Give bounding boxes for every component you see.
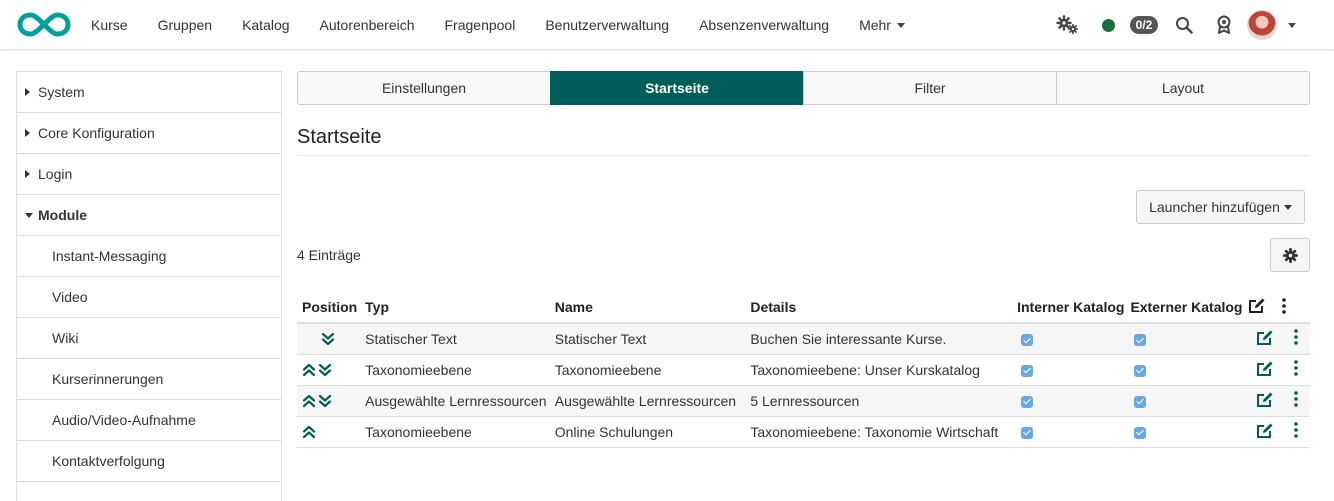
sidebar-item-kurserinnerungen[interactable]: Kurserinnerungen <box>17 359 281 400</box>
online-status-icon[interactable] <box>1100 0 1116 50</box>
sidebar-item-module[interactable]: Module <box>17 195 281 236</box>
admin-gears-icon[interactable] <box>1053 0 1083 50</box>
cell-name: Ausgewählte Lernressourcen <box>554 385 751 417</box>
table-row: Ausgewählte Lernressourcen Ausgewählte L… <box>297 385 1310 417</box>
sidebar-item-kontaktverfolgung[interactable]: Kontaktverfolgung <box>17 441 281 482</box>
cell-typ: Ausgewählte Lernressourcen <box>359 385 555 417</box>
nav-fragenpool[interactable]: Fragenpool <box>430 0 531 50</box>
checkbox-checked-icon[interactable] <box>1021 426 1034 439</box>
more-options-icon[interactable] <box>1281 292 1310 324</box>
logo-icon[interactable] <box>17 11 71 38</box>
nav-gruppen[interactable]: Gruppen <box>143 0 227 50</box>
sidebar-item-core-konfiguration[interactable]: Core Konfiguration <box>17 113 281 154</box>
column-header-externer-katalog[interactable]: Externer Katalog <box>1130 292 1248 324</box>
cell-details: Taxonomieebene: Unser Kurskatalog <box>750 354 1018 386</box>
chat-count-badge[interactable]: 0/2 <box>1127 0 1161 50</box>
page-title: Startseite <box>297 126 1310 156</box>
caret-right-icon <box>25 170 30 178</box>
column-header-typ[interactable]: Typ <box>359 292 555 324</box>
admin-sidebar: System Core Konfiguration Login Module I… <box>16 71 282 501</box>
add-launcher-button[interactable]: Launcher hinzufügen <box>1136 190 1305 224</box>
checkbox-checked-icon[interactable] <box>1134 364 1147 377</box>
tab-layout[interactable]: Layout <box>1056 71 1310 105</box>
more-options-icon[interactable] <box>1294 422 1298 438</box>
tab-einstellungen[interactable]: Einstellungen <box>297 71 551 105</box>
user-avatar[interactable] <box>1246 0 1278 50</box>
move-down-icon[interactable] <box>318 363 332 377</box>
move-up-icon[interactable] <box>302 363 316 377</box>
chevron-down-icon <box>896 23 905 28</box>
cell-typ: Statischer Text <box>359 323 555 355</box>
award-icon[interactable] <box>1212 0 1236 50</box>
cell-details: Taxonomieebene: Taxonomie Wirtschaft <box>750 416 1018 448</box>
table-settings-button[interactable] <box>1270 238 1310 272</box>
chevron-down-icon[interactable] <box>1285 0 1299 50</box>
cell-typ: Taxonomieebene <box>359 416 555 448</box>
cell-details: Buchen Sie interessante Kurse. <box>750 323 1018 355</box>
checkbox-checked-icon[interactable] <box>1021 364 1034 377</box>
nav-katalog[interactable]: Katalog <box>227 0 304 50</box>
more-options-icon[interactable] <box>1294 391 1298 407</box>
sidebar-item-login[interactable]: Login <box>17 154 281 195</box>
table-row: Statischer Text Statischer Text Buchen S… <box>297 323 1310 355</box>
settings-tabs: Einstellungen Startseite Filter Layout <box>297 71 1310 105</box>
checkbox-checked-icon[interactable] <box>1021 395 1034 408</box>
move-up-icon[interactable] <box>302 394 316 408</box>
nav-mehr-dropdown[interactable]: Mehr <box>844 0 920 50</box>
chevron-down-icon <box>1283 204 1292 210</box>
cell-name: Statischer Text <box>554 323 751 355</box>
nav-autorenbereich[interactable]: Autorenbereich <box>305 0 430 50</box>
nav-kurse[interactable]: Kurse <box>76 0 143 50</box>
launcher-table: Position Typ Name Details Interner Katal… <box>297 292 1310 448</box>
entries-count: 4 Einträge <box>297 247 361 263</box>
table-row: Taxonomieebene Taxonomieebene Taxonomiee… <box>297 354 1310 386</box>
more-options-icon[interactable] <box>1294 329 1298 346</box>
sidebar-item-video[interactable]: Video <box>17 277 281 318</box>
more-options-icon[interactable] <box>1294 360 1298 376</box>
cell-name: Online Schulungen <box>554 416 751 448</box>
tab-filter[interactable]: Filter <box>803 71 1057 105</box>
caret-down-icon <box>25 212 33 218</box>
cell-typ: Taxonomieebene <box>359 354 555 386</box>
checkbox-checked-icon[interactable] <box>1021 334 1034 347</box>
move-down-icon[interactable] <box>321 332 335 346</box>
sidebar-item-wiki[interactable]: Wiki <box>17 318 281 359</box>
edit-icon[interactable] <box>1256 329 1274 346</box>
gear-icon <box>1282 247 1298 263</box>
sidebar-item-instant-messaging[interactable]: Instant-Messaging <box>17 236 281 277</box>
column-header-interner-katalog[interactable]: Interner Katalog <box>1017 292 1131 324</box>
nav-benutzerverwaltung[interactable]: Benutzerverwaltung <box>530 0 684 50</box>
caret-right-icon <box>25 129 30 137</box>
checkbox-checked-icon[interactable] <box>1134 426 1147 439</box>
checkbox-checked-icon[interactable] <box>1134 334 1147 347</box>
cell-details: 5 Lernressourcen <box>750 385 1018 417</box>
cell-name: Taxonomieebene <box>554 354 751 386</box>
move-down-icon[interactable] <box>318 394 332 408</box>
edit-column-icon <box>1247 292 1282 324</box>
edit-icon[interactable] <box>1256 360 1274 377</box>
sidebar-item-audio-video-aufnahme[interactable]: Audio/Video-Aufnahme <box>17 400 281 441</box>
column-header-details[interactable]: Details <box>750 292 1018 324</box>
checkbox-checked-icon[interactable] <box>1134 395 1147 408</box>
top-navigation: Kurse Gruppen Katalog Autorenbereich Fra… <box>0 0 1334 50</box>
tab-startseite[interactable]: Startseite <box>550 71 804 105</box>
caret-right-icon <box>25 88 30 96</box>
nav-absenzenverwaltung[interactable]: Absenzenverwaltung <box>684 0 844 50</box>
edit-icon[interactable] <box>1256 391 1274 408</box>
sidebar-item-system[interactable]: System <box>17 72 281 113</box>
column-header-position[interactable]: Position <box>297 292 360 324</box>
search-icon[interactable] <box>1172 0 1196 50</box>
move-up-icon[interactable] <box>302 425 316 439</box>
main-nav: Kurse Gruppen Katalog Autorenbereich Fra… <box>76 0 920 50</box>
table-row: Taxonomieebene Online Schulungen Taxonom… <box>297 416 1310 448</box>
column-header-name[interactable]: Name <box>554 292 751 324</box>
edit-icon[interactable] <box>1256 422 1274 439</box>
